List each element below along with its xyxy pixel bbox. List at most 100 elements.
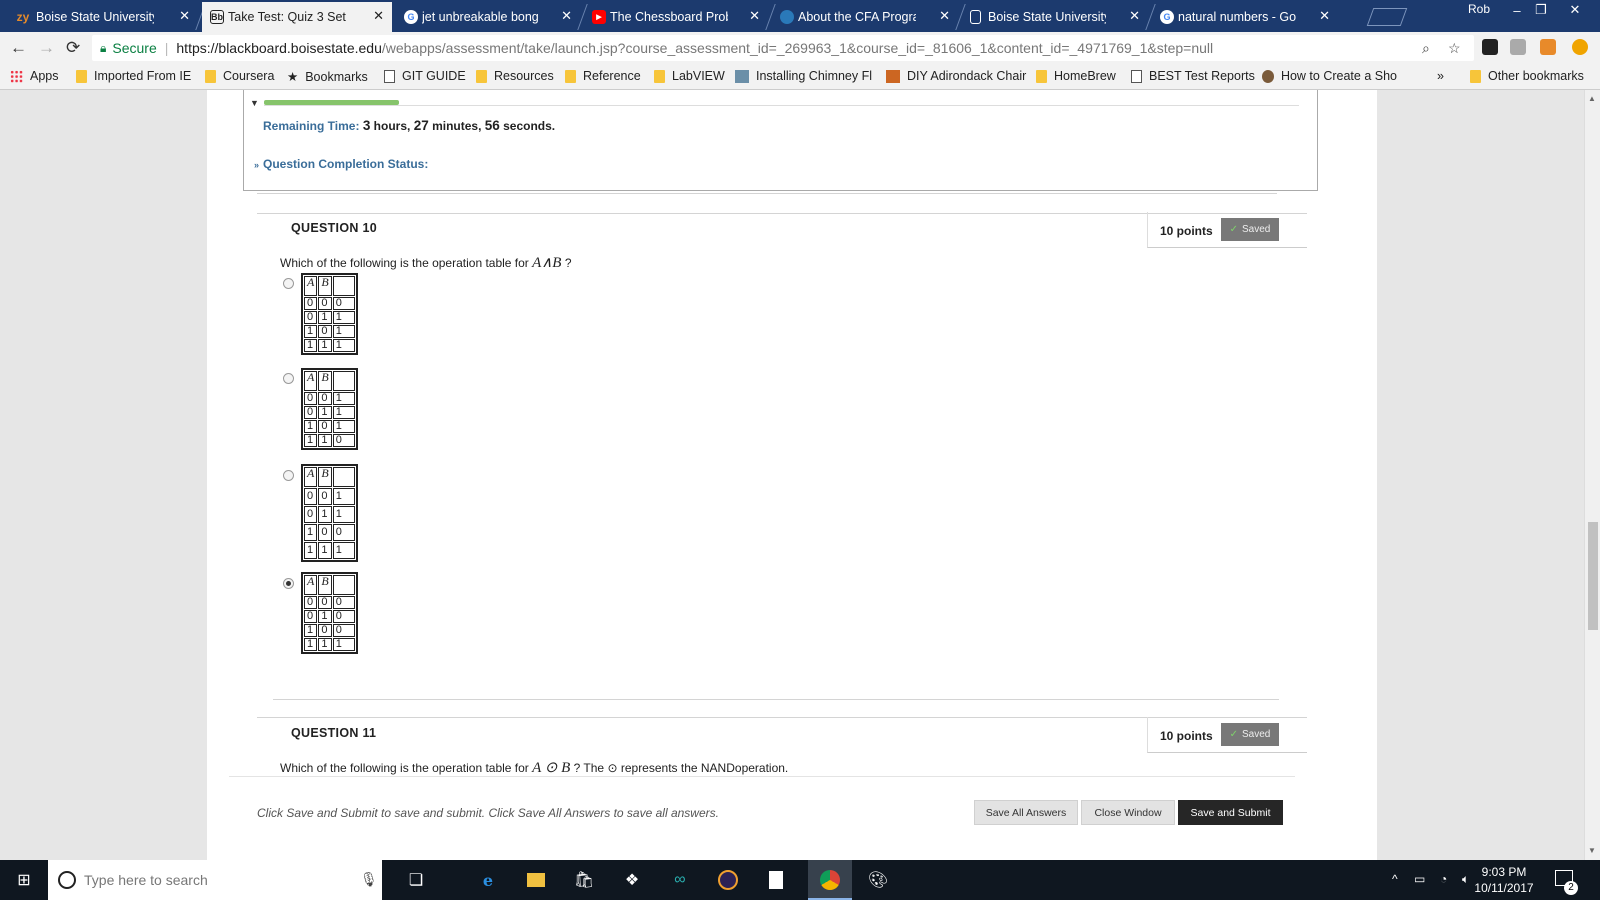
- table-cell: 1: [304, 638, 318, 651]
- answer-table-2: AB 001 011 101 110: [301, 368, 358, 450]
- table-cell: 1: [304, 339, 318, 352]
- tab-boise-state[interactable]: Boise State University - L ✕: [962, 2, 1148, 32]
- edge-icon[interactable]: e: [476, 868, 500, 892]
- bookmark-apps[interactable]: Apps: [10, 69, 59, 83]
- bookmark-labview[interactable]: LabVIEW: [654, 69, 725, 83]
- tab-google-natural-numbers[interactable]: G natural numbers - Googl ✕: [1152, 2, 1338, 32]
- close-icon[interactable]: ✕: [179, 8, 190, 24]
- bookmark-coursera[interactable]: Coursera: [205, 69, 274, 83]
- browser-toolbar: ← → ⟳ 🔒︎ Secure | https://blackboard.boi…: [0, 32, 1600, 64]
- folder-icon: [205, 69, 216, 83]
- scroll-up-icon[interactable]: ▲: [1588, 94, 1596, 103]
- extension-icon[interactable]: [1540, 39, 1556, 55]
- timer-panel: ▼ Remaining Time: 3 hours, 27 minutes, 5…: [243, 90, 1318, 191]
- answer-radio-3[interactable]: [283, 470, 294, 481]
- answer-radio-2[interactable]: [283, 373, 294, 384]
- table-cell: 1: [304, 420, 318, 433]
- question-text: Which of the following is the operation …: [280, 256, 529, 270]
- windows-start-icon[interactable]: ⊞: [12, 868, 36, 892]
- wifi-icon[interactable]: ◔: [1440, 872, 1447, 886]
- store-icon[interactable]: 🛍︎: [572, 868, 596, 892]
- star-icon: ★: [287, 70, 299, 84]
- bookmarks-overflow-button[interactable]: »: [1437, 69, 1444, 83]
- close-window-button[interactable]: Close Window: [1081, 800, 1175, 825]
- table-cell: 0: [304, 392, 318, 405]
- collapse-triangle-icon[interactable]: ▼: [250, 98, 259, 108]
- profile-name[interactable]: Rob: [1468, 2, 1490, 16]
- bookmark-homebrew[interactable]: HomeBrew: [1036, 69, 1116, 83]
- answer-radio-4[interactable]: [283, 578, 294, 589]
- extension-icon[interactable]: [1510, 39, 1526, 55]
- close-icon[interactable]: ✕: [1129, 8, 1140, 24]
- tab-title: Boise State University - L: [988, 10, 1106, 24]
- arduino-icon[interactable]: ∞: [668, 868, 692, 892]
- table-cell: 0: [318, 624, 332, 637]
- reload-icon[interactable]: ⟳: [66, 38, 80, 58]
- bookmark-best-test-reports[interactable]: BEST Test Reports: [1131, 69, 1255, 83]
- dropbox-icon[interactable]: ❖: [620, 868, 644, 892]
- new-tab-button[interactable]: [1366, 8, 1408, 26]
- bookmark-diy-adirondack[interactable]: DIY Adirondack Chair: [886, 69, 1026, 83]
- bookmark-installing-chimney[interactable]: Installing Chimney Fl: [735, 69, 872, 83]
- bookmark-how-to-create[interactable]: How to Create a Sho: [1262, 69, 1397, 83]
- folder-icon: [76, 69, 87, 83]
- restore-icon[interactable]: ❐: [1526, 0, 1556, 20]
- file-explorer-icon[interactable]: [524, 868, 548, 892]
- scroll-thumb[interactable]: [1588, 522, 1598, 630]
- chrome-icon[interactable]: [818, 868, 842, 892]
- table-cell: 1: [332, 311, 355, 324]
- bookmark-resources[interactable]: Resources: [476, 69, 554, 83]
- url-host: https://blackboard.boisestate.edu: [176, 40, 382, 56]
- close-icon[interactable]: ✕: [1319, 8, 1330, 24]
- bookmark-bookmarks[interactable]: ★ Bookmarks: [287, 69, 368, 85]
- remaining-time: Remaining Time: 3 hours, 27 minutes, 56 …: [263, 118, 555, 133]
- tab-cfa[interactable]: About the CFA Program ✕: [772, 2, 958, 32]
- question-text: Which of the following is the operation …: [280, 761, 529, 775]
- bookmark-git-guide[interactable]: GIT GUIDE: [384, 69, 466, 83]
- paint-icon[interactable]: 🎨︎: [866, 868, 890, 892]
- question-text-end: ?: [564, 256, 572, 270]
- close-icon[interactable]: ✕: [939, 8, 950, 24]
- tab-take-test[interactable]: Bb Take Test: Quiz 3 Sets an ✕: [202, 2, 392, 32]
- scroll-down-icon[interactable]: ▼: [1588, 846, 1596, 855]
- folder-icon: [654, 69, 665, 83]
- table-cell: 0: [332, 596, 355, 609]
- bookmarks-bar: Apps Imported From IE Coursera ★ Bookmark…: [0, 64, 1600, 90]
- eclipse-icon[interactable]: [716, 868, 740, 892]
- table-cell: 1: [318, 311, 332, 324]
- zoom-icon[interactable]: ⌕: [1422, 40, 1430, 57]
- answer-radio-1[interactable]: [283, 278, 294, 289]
- warning-icon[interactable]: [1572, 39, 1588, 55]
- question-expression: A∧B: [532, 255, 562, 271]
- tab-youtube-chessboard[interactable]: ▶ The Chessboard Problem ✕: [584, 2, 768, 32]
- close-icon[interactable]: ✕: [373, 8, 384, 24]
- bookmark-label: Resources: [494, 69, 554, 83]
- page-scrollbar[interactable]: ▲ ▼: [1584, 90, 1600, 860]
- bookmark-other-bookmarks[interactable]: Other bookmarks: [1470, 69, 1584, 83]
- extension-icon[interactable]: [1482, 39, 1498, 55]
- tray-overflow-icon[interactable]: ^: [1392, 872, 1398, 886]
- document-icon[interactable]: [764, 868, 788, 892]
- taskbar-clock[interactable]: 9:03 PM 10/11/2017: [1468, 864, 1540, 896]
- star-icon[interactable]: ☆: [1448, 40, 1461, 57]
- bookmark-imported-from-ie[interactable]: Imported From IE: [76, 69, 191, 83]
- back-arrow-icon[interactable]: ←: [10, 38, 27, 58]
- save-all-answers-button[interactable]: Save All Answers: [974, 800, 1078, 825]
- taskbar-search[interactable]: Type here to search 🎙︎: [48, 860, 382, 900]
- close-icon[interactable]: ✕: [749, 8, 760, 24]
- save-and-submit-button[interactable]: Save and Submit: [1178, 800, 1283, 825]
- bookmark-reference[interactable]: Reference: [565, 69, 641, 83]
- completion-status-toggle[interactable]: » Question Completion Status:: [254, 157, 428, 171]
- close-window-icon[interactable]: ✕: [1560, 0, 1590, 20]
- page-icon: [970, 10, 981, 24]
- task-view-icon[interactable]: ❏: [404, 868, 428, 892]
- table-cell: 1: [304, 624, 318, 637]
- tab-zybooks[interactable]: zy Boise State University M ✕: [10, 2, 198, 32]
- close-icon[interactable]: ✕: [561, 8, 572, 24]
- forward-arrow-icon[interactable]: →: [38, 38, 55, 58]
- microphone-icon[interactable]: 🎙︎: [360, 871, 378, 888]
- tab-title: The Chessboard Problem: [610, 10, 728, 24]
- battery-icon[interactable]: ▭: [1414, 872, 1425, 886]
- tab-google-bong[interactable]: G jet unbreakable bong site ✕: [396, 2, 580, 32]
- address-bar[interactable]: 🔒︎ Secure | https://blackboard.boisestat…: [92, 35, 1474, 61]
